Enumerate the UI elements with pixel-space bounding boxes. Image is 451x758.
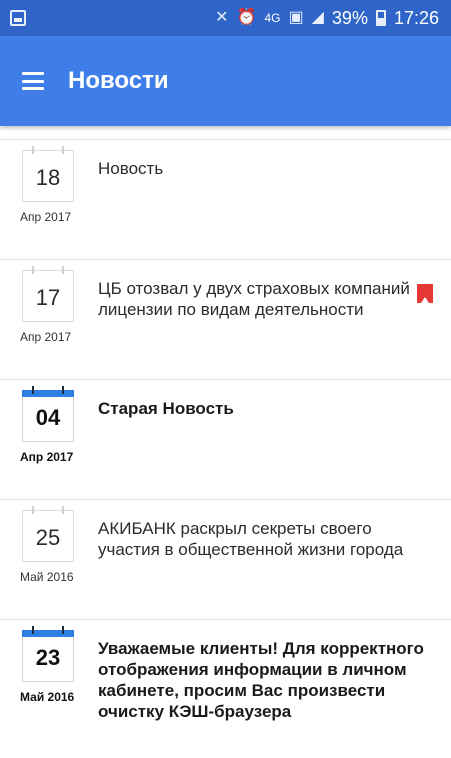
clock: 17:26 bbox=[393, 8, 439, 28]
news-day: 04 bbox=[35, 405, 61, 430]
news-title: Уважаемые клиенты! Для корректного отобр… bbox=[98, 639, 424, 721]
status-left bbox=[10, 10, 26, 26]
date-block: 17 Апр 2017 bbox=[20, 266, 82, 344]
list-top-divider bbox=[0, 126, 451, 140]
news-day: 18 bbox=[35, 165, 61, 190]
signal-icon: ◢ bbox=[311, 9, 324, 26]
news-day: 23 bbox=[35, 645, 61, 670]
news-item[interactable]: 18 Апр 2017 Новость bbox=[0, 140, 451, 260]
date-block: 23 Май 2016 bbox=[20, 626, 82, 704]
calendar-icon: 17 bbox=[22, 266, 74, 322]
calendar-icon: 18 bbox=[22, 146, 74, 202]
sim-icon: ▣ bbox=[288, 9, 304, 26]
status-right: ✕ ⏰ 4G ▣ ◢ 39% 17:26 bbox=[215, 9, 439, 27]
status-bar: ✕ ⏰ 4G ▣ ◢ 39% 17:26 bbox=[0, 0, 451, 36]
news-title: ЦБ отозвал у двух страховых компаний лиц… bbox=[98, 279, 410, 319]
calendar-icon: 23 bbox=[22, 626, 74, 682]
news-item[interactable]: 25 Май 2016 АКИБАНК раскрыл секреты свое… bbox=[0, 500, 451, 620]
news-day: 17 bbox=[35, 285, 61, 310]
news-title: Новость bbox=[98, 159, 164, 178]
news-month-year: Май 2016 bbox=[20, 570, 74, 584]
calendar-icon: 04 bbox=[22, 386, 74, 442]
date-block: 18 Апр 2017 bbox=[20, 146, 82, 224]
battery-icon bbox=[375, 10, 386, 26]
app-bar: Новости bbox=[0, 36, 451, 126]
date-block: 25 Май 2016 bbox=[20, 506, 82, 584]
news-month-year: Апр 2017 bbox=[20, 210, 72, 224]
news-item[interactable]: 04 Апр 2017 Старая Новость bbox=[0, 380, 451, 500]
date-block: 04 Апр 2017 bbox=[20, 386, 82, 464]
bookmark-icon[interactable] bbox=[417, 284, 433, 303]
battery-percent: 39% bbox=[331, 8, 368, 28]
mute-icon: ✕ bbox=[215, 9, 229, 26]
news-title: Старая Новость bbox=[98, 399, 234, 418]
news-item[interactable]: 23 Май 2016 Уважаемые клиенты! Для корре… bbox=[0, 620, 451, 758]
news-item[interactable]: 17 Апр 2017 ЦБ отозвал у двух страховых … bbox=[0, 260, 451, 380]
news-month-year: Апр 2017 bbox=[20, 450, 74, 464]
page-title: Новости bbox=[68, 67, 169, 94]
calendar-icon: 25 bbox=[22, 506, 74, 562]
menu-icon[interactable] bbox=[22, 72, 44, 90]
news-month-year: Май 2016 bbox=[20, 690, 75, 704]
news-list[interactable]: 18 Апр 2017 Новость 17 Апр 2017 ЦБ отозв… bbox=[0, 126, 451, 758]
news-title: АКИБАНК раскрыл секреты своего участия в… bbox=[98, 519, 404, 559]
alarm-icon: ⏰ bbox=[236, 9, 257, 26]
gallery-icon bbox=[10, 10, 26, 26]
network-type: 4G bbox=[264, 11, 281, 25]
news-month-year: Апр 2017 bbox=[20, 330, 72, 344]
news-day: 25 bbox=[35, 525, 61, 550]
